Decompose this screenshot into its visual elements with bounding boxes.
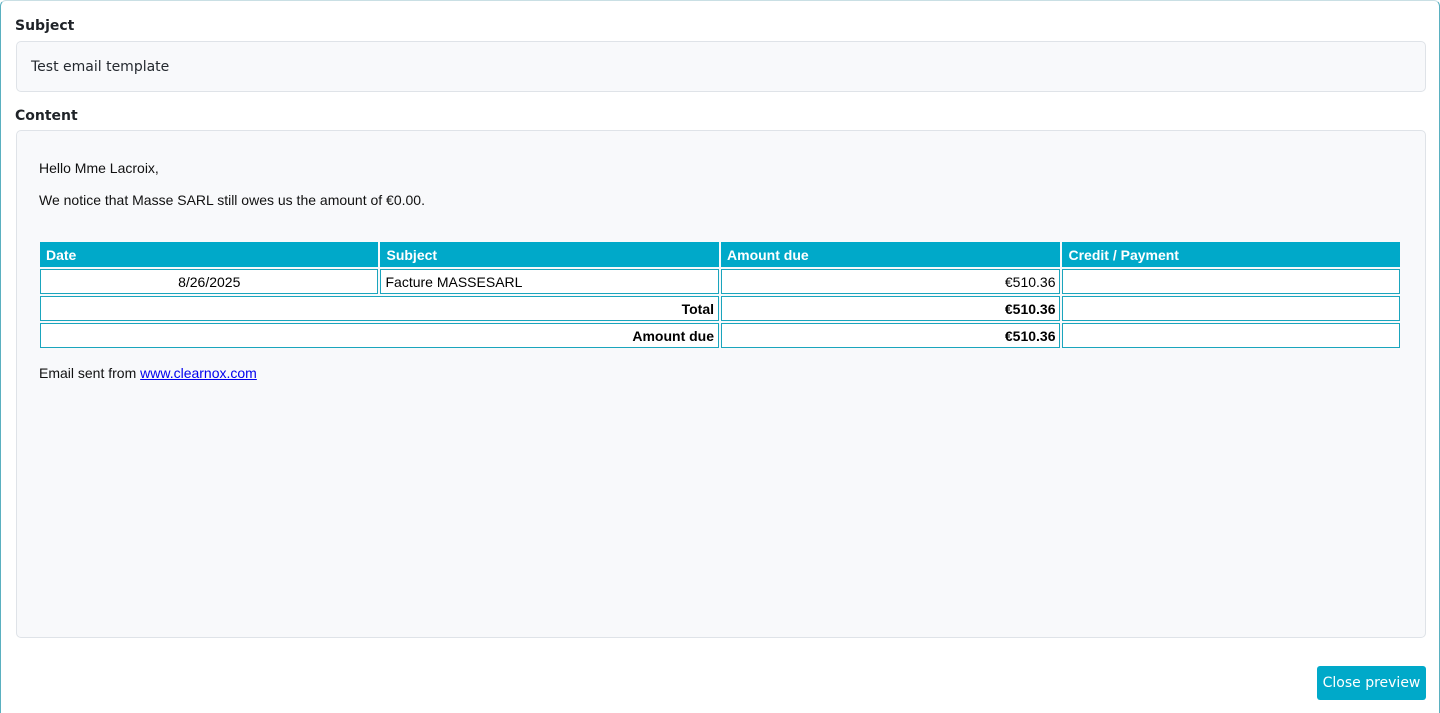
header-date: Date — [40, 242, 379, 267]
amount-due-row: Amount due €510.36 — [40, 323, 1400, 348]
header-subject: Subject — [380, 242, 720, 267]
cell-amount-due: €510.36 — [721, 269, 1061, 294]
content-field[interactable]: Hello Mme Lacroix, We notice that Masse … — [16, 130, 1426, 638]
content-label: Content — [15, 108, 78, 124]
table-header-row: Date Subject Amount due Credit / Payment — [40, 242, 1400, 267]
cell-credit — [1062, 269, 1400, 294]
total-label: Total — [40, 296, 720, 321]
amount-due-value: €510.36 — [721, 323, 1061, 348]
cell-date: 8/26/2025 — [40, 269, 379, 294]
header-credit-payment: Credit / Payment — [1062, 242, 1400, 267]
invoice-table: Date Subject Amount due Credit / Payment… — [38, 240, 1402, 350]
email-notice: We notice that Masse SARL still owes us … — [39, 192, 425, 208]
website-link[interactable]: www.clearnox.com — [140, 365, 257, 381]
amount-due-label: Amount due — [40, 323, 720, 348]
email-preview-modal: Subject Test email template Content Hell… — [0, 0, 1440, 713]
header-amount-due: Amount due — [721, 242, 1061, 267]
amount-due-credit-cell — [1062, 323, 1400, 348]
total-credit-cell — [1062, 296, 1400, 321]
cell-subject: Facture MASSESARL — [380, 269, 720, 294]
table-row: 8/26/2025 Facture MASSESARL €510.36 — [40, 269, 1400, 294]
email-footer: Email sent from www.clearnox.com — [39, 364, 1403, 382]
subject-value: Test email template — [31, 59, 170, 75]
total-row: Total €510.36 — [40, 296, 1400, 321]
total-value: €510.36 — [721, 296, 1061, 321]
footer-prefix: Email sent from — [39, 365, 141, 381]
subject-field[interactable]: Test email template — [16, 41, 1426, 92]
email-greeting: Hello Mme Lacroix, — [39, 160, 159, 176]
subject-label: Subject — [15, 18, 75, 34]
close-preview-button[interactable]: Close preview — [1317, 666, 1426, 700]
